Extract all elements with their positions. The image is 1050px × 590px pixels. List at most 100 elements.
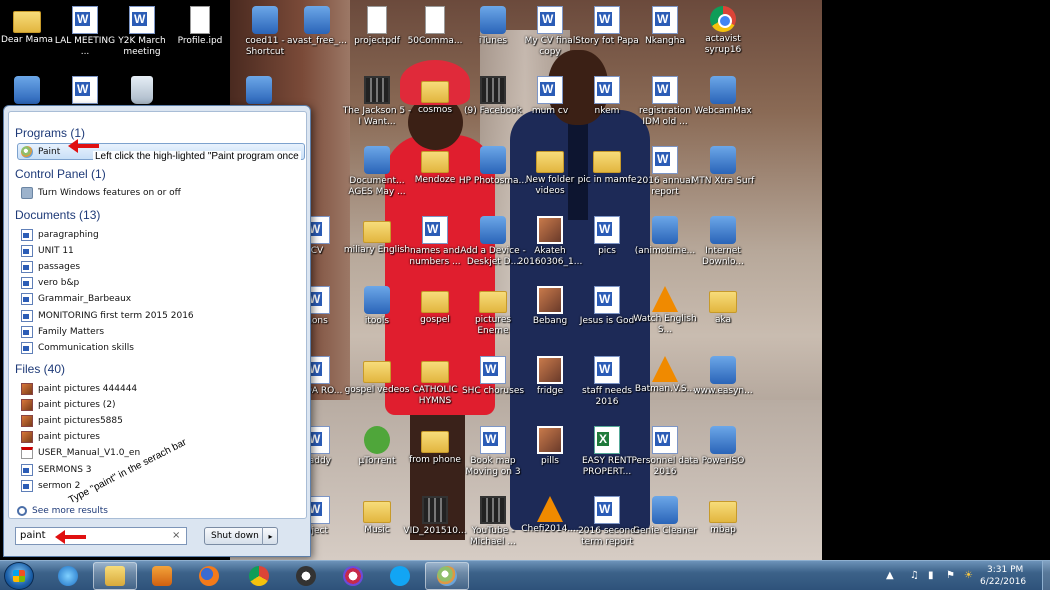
desktop-icon-label: aka xyxy=(714,315,732,325)
folder-icon xyxy=(421,431,449,453)
result-file[interactable]: SERMONS 3 xyxy=(21,462,301,477)
taskbar-media-player[interactable] xyxy=(140,562,184,590)
desktop-icon-label: PowerISO xyxy=(701,456,745,466)
word-document-icon xyxy=(21,341,33,354)
group-title-control-panel[interactable]: Control Panel (1) xyxy=(15,167,106,181)
image-file-icon xyxy=(21,398,33,411)
taskbar-windows-explorer[interactable] xyxy=(93,562,137,590)
desktop-icon[interactable]: Internet Downlo... xyxy=(686,212,760,282)
desktop-icon[interactable]: PowerISO xyxy=(686,422,760,492)
word-document-icon xyxy=(652,76,678,104)
image-file-icon xyxy=(537,286,563,314)
result-label: paint pictures xyxy=(38,432,100,443)
opera-icon xyxy=(343,566,363,586)
taskbar-messenger[interactable] xyxy=(284,562,328,590)
result-document[interactable]: UNIT 11 xyxy=(21,243,301,258)
taskbar-opera[interactable] xyxy=(331,562,375,590)
word-document-icon xyxy=(21,479,33,492)
clear-search-icon[interactable]: × xyxy=(172,530,180,541)
word-document-icon xyxy=(21,309,33,322)
taskbar-skype[interactable] xyxy=(378,562,422,590)
folder-icon xyxy=(536,151,564,173)
result-document[interactable]: paragraphing xyxy=(21,227,301,242)
app-icon xyxy=(710,216,736,244)
result-document[interactable]: MONITORING first term 2015 2016 xyxy=(21,308,301,323)
vlc-icon xyxy=(652,356,678,382)
desktop-icon[interactable]: aka xyxy=(686,282,760,352)
app-icon xyxy=(364,286,390,314)
group-title-documents[interactable]: Documents (13) xyxy=(15,208,100,222)
skype-icon xyxy=(390,566,410,586)
folder-icon xyxy=(421,151,449,173)
result-document[interactable]: Grammair_Barbeaux xyxy=(21,292,301,307)
file-icon xyxy=(367,6,387,34)
group-title-programs[interactable]: Programs (1) xyxy=(15,126,85,140)
word-document-icon xyxy=(21,244,33,257)
result-windows-features[interactable]: Turn Windows features on or off xyxy=(21,185,301,200)
result-document[interactable]: passages xyxy=(21,259,301,274)
clock-time[interactable]: 3:31 PM xyxy=(987,565,1023,575)
result-label: USER_Manual_V1.0_en xyxy=(38,448,141,459)
desktop-icon-label: WebcamMax xyxy=(694,106,752,116)
word-document-icon xyxy=(72,6,98,34)
image-file-icon xyxy=(21,382,33,395)
action-center-flag-icon[interactable]: ⚑ xyxy=(946,570,955,581)
taskbar-internet-explorer[interactable] xyxy=(46,562,90,590)
desktop-icon[interactable]: Profile.ipd xyxy=(163,2,237,72)
desktop-icon[interactable]: www.easyn... xyxy=(686,352,760,422)
result-file[interactable]: paint pictures (2) xyxy=(21,397,301,412)
folder-icon xyxy=(479,291,507,313)
brightness-icon[interactable]: ☀ xyxy=(964,570,973,581)
desktop-icon-label: www.easyn... xyxy=(693,386,753,396)
result-label: paint pictures 444444 xyxy=(38,383,138,394)
search-input[interactable]: paint xyxy=(15,527,187,545)
desktop-icon[interactable]: WebcamMax xyxy=(686,72,760,142)
result-document[interactable]: Communication skills xyxy=(21,340,301,355)
show-desktop-button[interactable] xyxy=(1042,561,1050,590)
app-icon xyxy=(480,216,506,244)
network-icon[interactable]: ▮ xyxy=(928,570,934,581)
word-document-icon xyxy=(594,356,620,384)
volume-icon[interactable]: ♫ xyxy=(910,570,919,581)
desktop-icon[interactable]: mbap xyxy=(686,492,760,560)
app-icon xyxy=(652,496,678,524)
paint-icon xyxy=(437,566,457,586)
media-player-icon xyxy=(152,566,172,586)
app-icon xyxy=(710,426,736,454)
word-document-icon xyxy=(652,426,678,454)
result-label: Grammair_Barbeaux xyxy=(38,294,132,305)
result-document[interactable]: Family Matters xyxy=(21,324,301,339)
recycle-bin-icon xyxy=(131,76,153,104)
search-icon xyxy=(17,506,27,516)
group-title-files[interactable]: Files (40) xyxy=(15,362,65,376)
result-document[interactable]: vero b&p xyxy=(21,276,301,291)
clock-date[interactable]: 6/22/2016 xyxy=(980,577,1026,587)
desktop-icon[interactable]: MTN Xtra Surf xyxy=(686,142,760,212)
taskbar-chrome[interactable] xyxy=(237,562,281,590)
word-document-icon xyxy=(594,286,620,314)
start-button[interactable] xyxy=(4,562,34,590)
word-document-icon xyxy=(594,216,620,244)
result-label: passages xyxy=(38,261,81,272)
desktop-icon-label: mbap xyxy=(710,525,736,535)
result-label: Paint xyxy=(38,146,61,157)
desktop-icon-label: actavist syrup16 xyxy=(704,34,742,55)
result-label: UNIT 11 xyxy=(38,245,74,256)
video-file-icon xyxy=(480,76,506,104)
taskbar-firefox[interactable] xyxy=(187,562,231,590)
taskbar-paint[interactable] xyxy=(425,562,469,590)
app-icon xyxy=(364,146,390,174)
result-file[interactable]: paint pictures5885 xyxy=(21,413,301,428)
see-more-results-link[interactable]: See more results xyxy=(17,506,108,516)
torrent-icon xyxy=(364,426,390,454)
result-file[interactable]: sermon 2 xyxy=(21,478,301,493)
show-hidden-icons-icon[interactable]: ▲ xyxy=(886,570,894,581)
app-icon xyxy=(710,146,736,174)
app-icon xyxy=(652,216,678,244)
desktop-icon[interactable]: actavist syrup16 xyxy=(686,2,760,72)
folder-icon xyxy=(421,81,449,103)
result-file[interactable]: paint pictures xyxy=(21,430,301,445)
result-file[interactable]: paint pictures 444444 xyxy=(21,381,301,396)
folder-icon xyxy=(709,291,737,313)
shutdown-options-arrow[interactable]: ▸ xyxy=(262,527,278,545)
